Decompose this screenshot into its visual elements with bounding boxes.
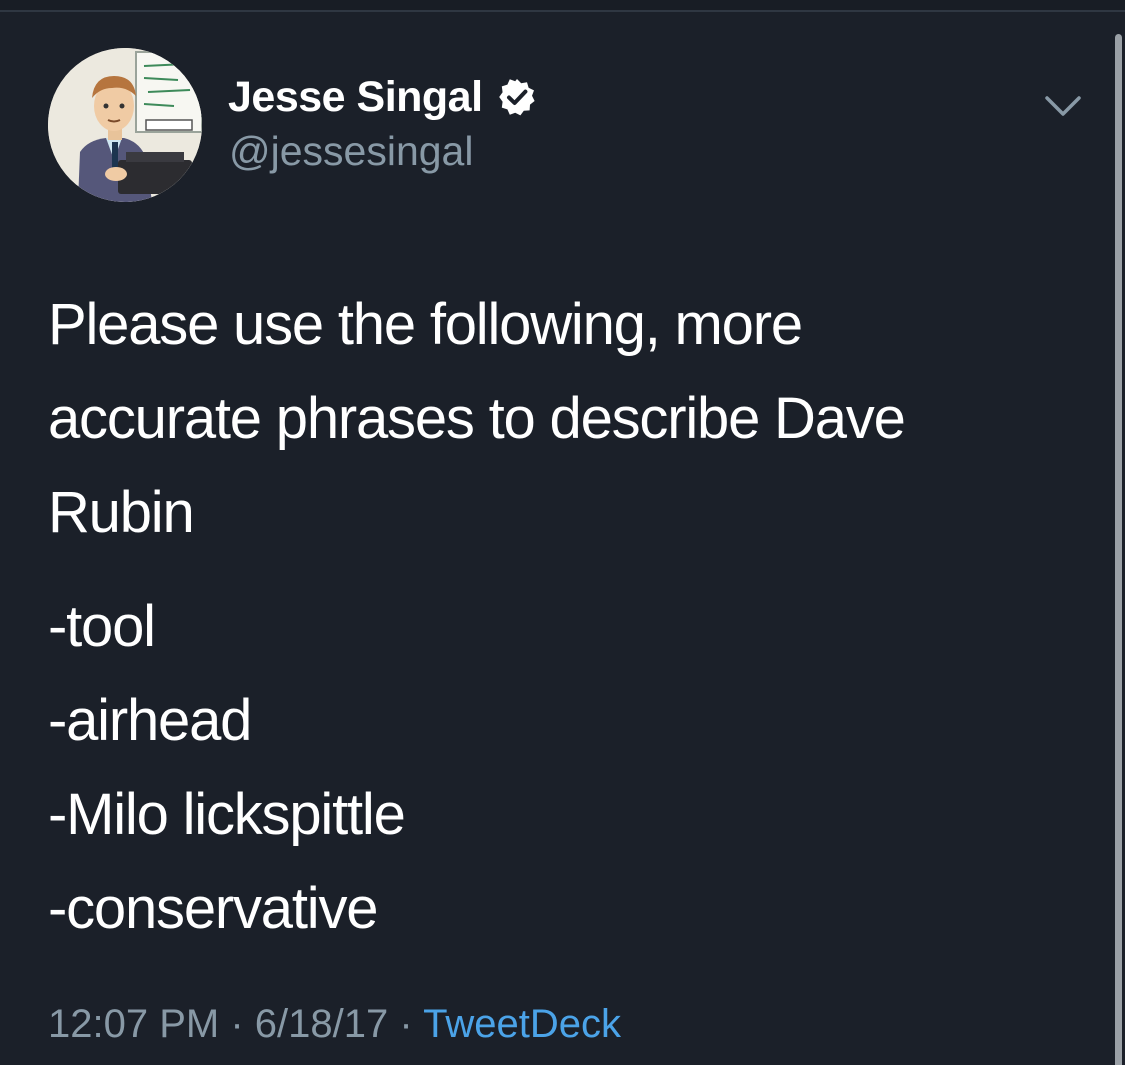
meta-separator: · (399, 1002, 413, 1046)
avatar-illustration (48, 48, 202, 202)
username[interactable]: @jessesingal (229, 128, 473, 175)
list-item: -conservative (48, 876, 379, 941)
tweet-source-link[interactable]: TweetDeck (423, 1002, 621, 1046)
tweet-text-line: accurate phrases to describe Dave (48, 386, 906, 451)
chevron-down-icon[interactable] (1043, 90, 1083, 120)
tweet-time[interactable]: 12:07 PM (48, 1002, 219, 1046)
tweet-text-line: Please use the following, more (48, 292, 803, 357)
list-item: -Milo lickspittle (48, 782, 406, 847)
scrollbar-track[interactable] (1113, 14, 1125, 1065)
author-name-row[interactable]: Jesse Singal (228, 72, 537, 122)
list-item: -airhead (48, 688, 252, 753)
verified-badge-icon (497, 77, 537, 117)
list-item: -tool (48, 594, 156, 659)
window-top-border (0, 0, 1125, 12)
meta-separator: · (230, 1002, 244, 1046)
avatar[interactable] (48, 48, 202, 202)
tweet-date[interactable]: 6/18/17 (255, 1002, 388, 1046)
tweet-text: Please use the following, more accurate … (48, 278, 1088, 956)
tweet-text-line: Rubin (48, 480, 195, 545)
display-name[interactable]: Jesse Singal (228, 73, 483, 122)
scrollbar-thumb[interactable] (1115, 34, 1122, 1065)
tweet-metadata: 12:07 PM · 6/18/17 · TweetDeck (48, 1002, 621, 1047)
